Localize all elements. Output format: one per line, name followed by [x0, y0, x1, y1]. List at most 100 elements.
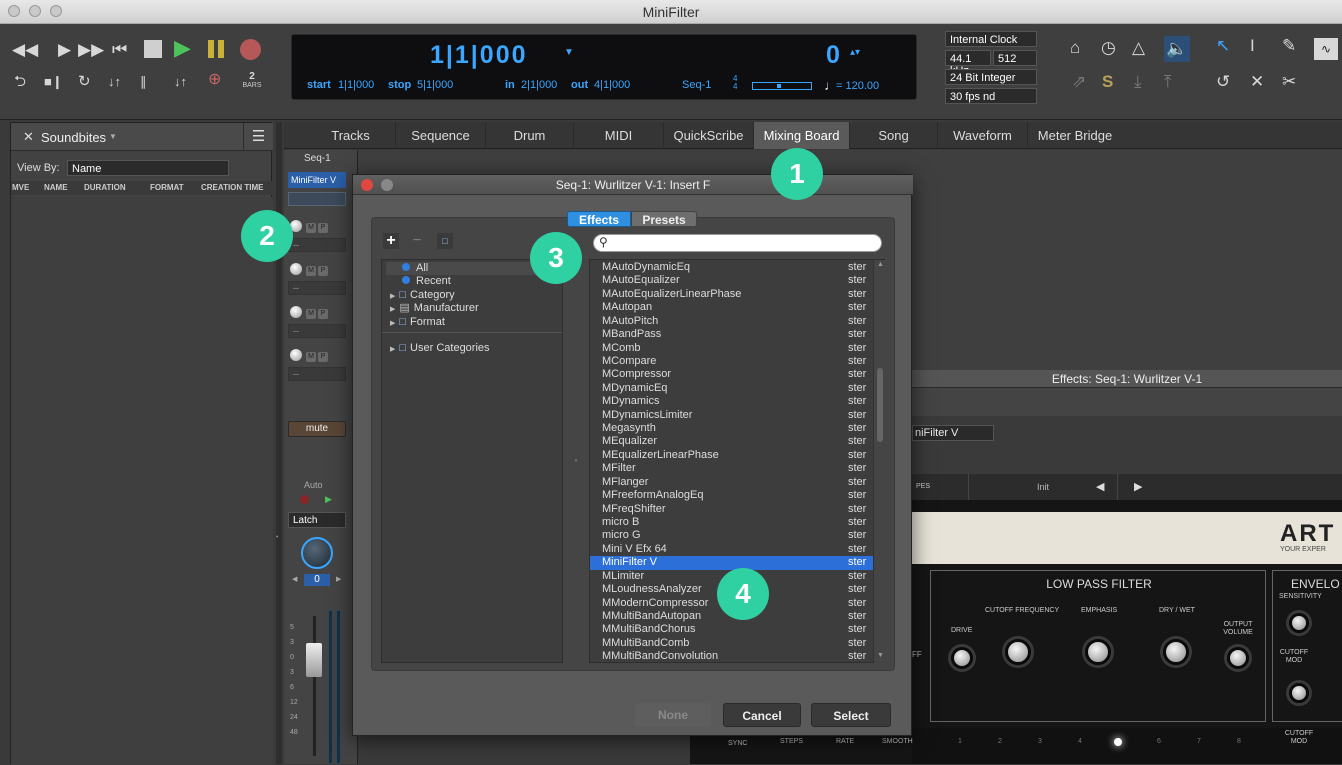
plugin-row[interactable]: MFreqShifter ster: [590, 503, 873, 516]
transport-counter[interactable]: 1|1|000 ▼ 0 ▴▾ start 1|1|000 stop 5|1|00…: [291, 34, 917, 100]
presets-segment[interactable]: Presets: [631, 211, 697, 227]
sample-rate-select[interactable]: 44.1 kHz: [945, 50, 991, 77]
plugin-row[interactable]: MFlanger ster: [590, 476, 873, 489]
send-slot[interactable]: --: [288, 238, 346, 252]
menu-icon[interactable]: ☰: [243, 123, 273, 151]
plugin-row[interactable]: MiniFilter V ster: [590, 556, 873, 570]
column-header[interactable]: FORMAT: [150, 181, 184, 195]
plugin-row[interactable]: MAutoDynamicEq ster: [590, 261, 873, 274]
metronome-add-icon[interactable]: ⊕: [208, 70, 221, 90]
plugin-row[interactable]: micro B ster: [590, 516, 873, 529]
insert-slot-empty[interactable]: [288, 192, 346, 206]
counter-dropdown-icon[interactable]: ▼: [564, 47, 574, 58]
scroll-up-icon[interactable]: ▲: [877, 261, 884, 268]
effects-segment[interactable]: Effects: [567, 211, 631, 227]
column-header[interactable]: MVE: [12, 181, 29, 195]
pan-right-icon[interactable]: ▶: [336, 575, 341, 583]
scissors-tool-icon[interactable]: ✂: [1282, 72, 1296, 92]
play-button[interactable]: ▶: [174, 37, 191, 59]
soundbites-title[interactable]: Soundbites: [41, 130, 106, 145]
cutoff-knob[interactable]: [1005, 639, 1031, 665]
plugin-name-field[interactable]: niFilter V: [912, 425, 994, 441]
cutoff-mod-knob[interactable]: [1289, 683, 1309, 703]
metronome-click-icon[interactable]: ⌂: [1070, 38, 1080, 58]
arrow-right-up-icon[interactable]: ⇗: [1072, 72, 1086, 92]
pan-knob[interactable]: [301, 537, 333, 569]
tree-item-category[interactable]: ▶ □ Category: [386, 289, 560, 302]
dialog-minimize-button[interactable]: [381, 179, 393, 191]
plugin-row[interactable]: Megasynth ster: [590, 422, 873, 435]
send-mute-button[interactable]: M: [306, 309, 316, 319]
emphasis-knob[interactable]: [1085, 639, 1111, 665]
overdub-icon[interactable]: ∥: [140, 72, 147, 92]
stop-button[interactable]: [144, 40, 162, 58]
fast-forward-icon[interactable]: ▶▶: [78, 40, 104, 60]
folder-icon[interactable]: □: [437, 233, 453, 249]
tempo-value[interactable]: = 120.00: [836, 80, 879, 92]
speaker-icon[interactable]: 🔈: [1164, 36, 1190, 62]
insert-slot-selected[interactable]: MiniFilter V: [288, 172, 346, 188]
secondary-counter[interactable]: 0: [826, 41, 842, 70]
rewind-start-icon[interactable]: ◀◀: [12, 40, 38, 60]
bit-depth-select[interactable]: 24 Bit Integer: [945, 69, 1037, 85]
erase-tool-icon[interactable]: ✕: [1250, 72, 1264, 92]
input-down-icon[interactable]: ⤓: [1134, 72, 1142, 92]
automation-mode-select[interactable]: Latch: [288, 512, 346, 528]
drywet-knob[interactable]: [1163, 639, 1189, 665]
loop-tool-icon[interactable]: ↺: [1216, 72, 1230, 92]
output-knob[interactable]: [1227, 647, 1249, 669]
start-value[interactable]: 1|1|000: [338, 79, 374, 91]
tab-meter-bridge[interactable]: Meter Bridge: [1028, 122, 1122, 149]
send-pre-button[interactable]: P: [318, 266, 328, 276]
send-pre-button[interactable]: P: [318, 223, 328, 233]
types-label[interactable]: PES: [916, 483, 930, 490]
pan-left-icon[interactable]: ◀: [292, 575, 297, 583]
cancel-button[interactable]: Cancel: [723, 703, 801, 727]
automation-play-icon[interactable]: ▶: [325, 494, 332, 505]
plugin-row[interactable]: MMultiBandComb ster: [590, 637, 873, 650]
column-header[interactable]: DURATION: [84, 181, 126, 195]
scroll-down-icon[interactable]: ▼: [877, 652, 884, 659]
send-slot[interactable]: --: [288, 281, 346, 295]
dialog-close-button[interactable]: [361, 179, 373, 191]
plugin-row[interactable]: MFreeformAnalogEq ster: [590, 489, 873, 502]
splitter-grip-icon[interactable]: •: [276, 534, 282, 542]
pause-point-icon[interactable]: ■❙: [44, 72, 63, 92]
tab-mixing-board[interactable]: Mixing Board: [754, 122, 850, 149]
tab-quickscribe[interactable]: QuickScribe: [664, 122, 754, 149]
record-button[interactable]: [240, 39, 261, 60]
plugin-row[interactable]: Mini V Efx 64 ster: [590, 543, 873, 556]
return-icon[interactable]: ⮌: [14, 72, 26, 92]
preset-next-icon[interactable]: ▶: [1134, 480, 1142, 493]
tab-song[interactable]: Song: [850, 122, 938, 149]
tab-tracks[interactable]: Tracks: [306, 122, 396, 149]
plugin-row[interactable]: MCompare ster: [590, 355, 873, 368]
out-value[interactable]: 4|1|000: [594, 79, 630, 91]
send-mute-button[interactable]: M: [306, 223, 316, 233]
buffer-select[interactable]: 512: [993, 50, 1037, 66]
plugin-row[interactable]: MMultiBandConvolution ster: [590, 650, 873, 663]
mute-button[interactable]: mute: [288, 421, 346, 437]
send-pre-button[interactable]: P: [318, 309, 328, 319]
pan-value[interactable]: 0: [304, 574, 330, 586]
none-button[interactable]: None: [635, 703, 711, 727]
plugin-row[interactable]: micro G ster: [590, 529, 873, 542]
column-header[interactable]: CREATION TIME: [201, 181, 264, 195]
sensitivity-knob[interactable]: [1289, 613, 1309, 633]
plugin-row[interactable]: MComb ster: [590, 342, 873, 355]
tree-item-manufacturer[interactable]: ▶ ▤ Manufacturer: [386, 302, 560, 315]
stop-value[interactable]: 5|1|000: [417, 79, 453, 91]
plugin-row[interactable]: MAutoEqualizerLinearPhase ster: [590, 288, 873, 301]
plugin-row[interactable]: MAutopan ster: [590, 301, 873, 314]
tab-drum[interactable]: Drum: [486, 122, 574, 149]
input-up-icon[interactable]: ⤒: [1164, 72, 1172, 92]
close-icon[interactable]: ✕: [23, 129, 34, 145]
pane-splitter[interactable]: •: [571, 259, 581, 663]
plugin-row[interactable]: MBandPass ster: [590, 328, 873, 341]
auto-record-icon[interactable]: ↓↑: [174, 72, 187, 92]
tab-waveform[interactable]: Waveform: [938, 122, 1028, 149]
plugin-row[interactable]: MFilter ster: [590, 462, 873, 475]
skip-back-icon[interactable]: ⏮: [112, 40, 127, 60]
plugin-row[interactable]: MAutoEqualizer ster: [590, 274, 873, 287]
clock-icon[interactable]: ◷: [1101, 38, 1116, 58]
